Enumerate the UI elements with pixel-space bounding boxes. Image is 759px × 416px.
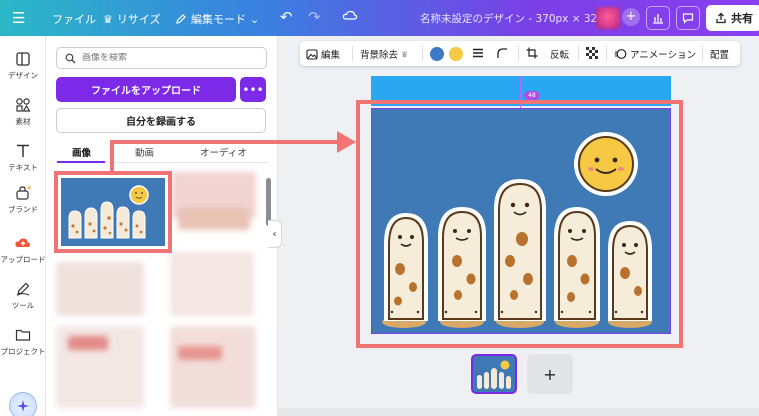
flip-button[interactable]: 反転 [550,47,569,61]
context-toolbar: 編集 背景除去 ♛ 反転 アニメーション 配置 [300,41,740,66]
distance-badge: 48 [524,91,540,100]
page-thumbnail[interactable] [471,354,517,394]
toolbar-divider [578,46,579,61]
flip-label: 反転 [550,50,570,61]
bottom-status-bar [278,408,759,416]
edit-label: 編集 [321,50,341,61]
animation-icon [614,49,627,59]
canvas-highlight-frame [356,100,683,348]
animate-button[interactable]: アニメーション [614,47,696,61]
bg-remove-button[interactable]: 背景除去 ♛ [360,47,409,62]
color-swatch-blue[interactable] [430,47,444,61]
animate-label: アニメーション [630,50,697,61]
toolbar-divider [352,46,353,61]
corner-rounding-icon[interactable] [496,47,508,59]
crown-icon: ♛ [401,49,409,59]
toolbar-divider [606,46,607,61]
position-button[interactable]: 配置 [710,47,729,61]
border-style-icon[interactable] [472,47,484,59]
toolbar-divider [702,46,703,61]
image-edit-icon [306,48,318,60]
bg-remove-label: 背景除去 [360,50,399,61]
toolbar-divider [422,46,423,61]
color-swatch-yellow[interactable] [449,47,463,61]
toolbar-divider [518,46,519,61]
crop-icon[interactable] [526,47,538,59]
transparency-icon[interactable] [586,47,598,59]
edit-image-button[interactable]: 編集 [306,47,340,61]
add-page-button[interactable]: + [527,354,573,394]
position-label: 配置 [710,50,730,61]
